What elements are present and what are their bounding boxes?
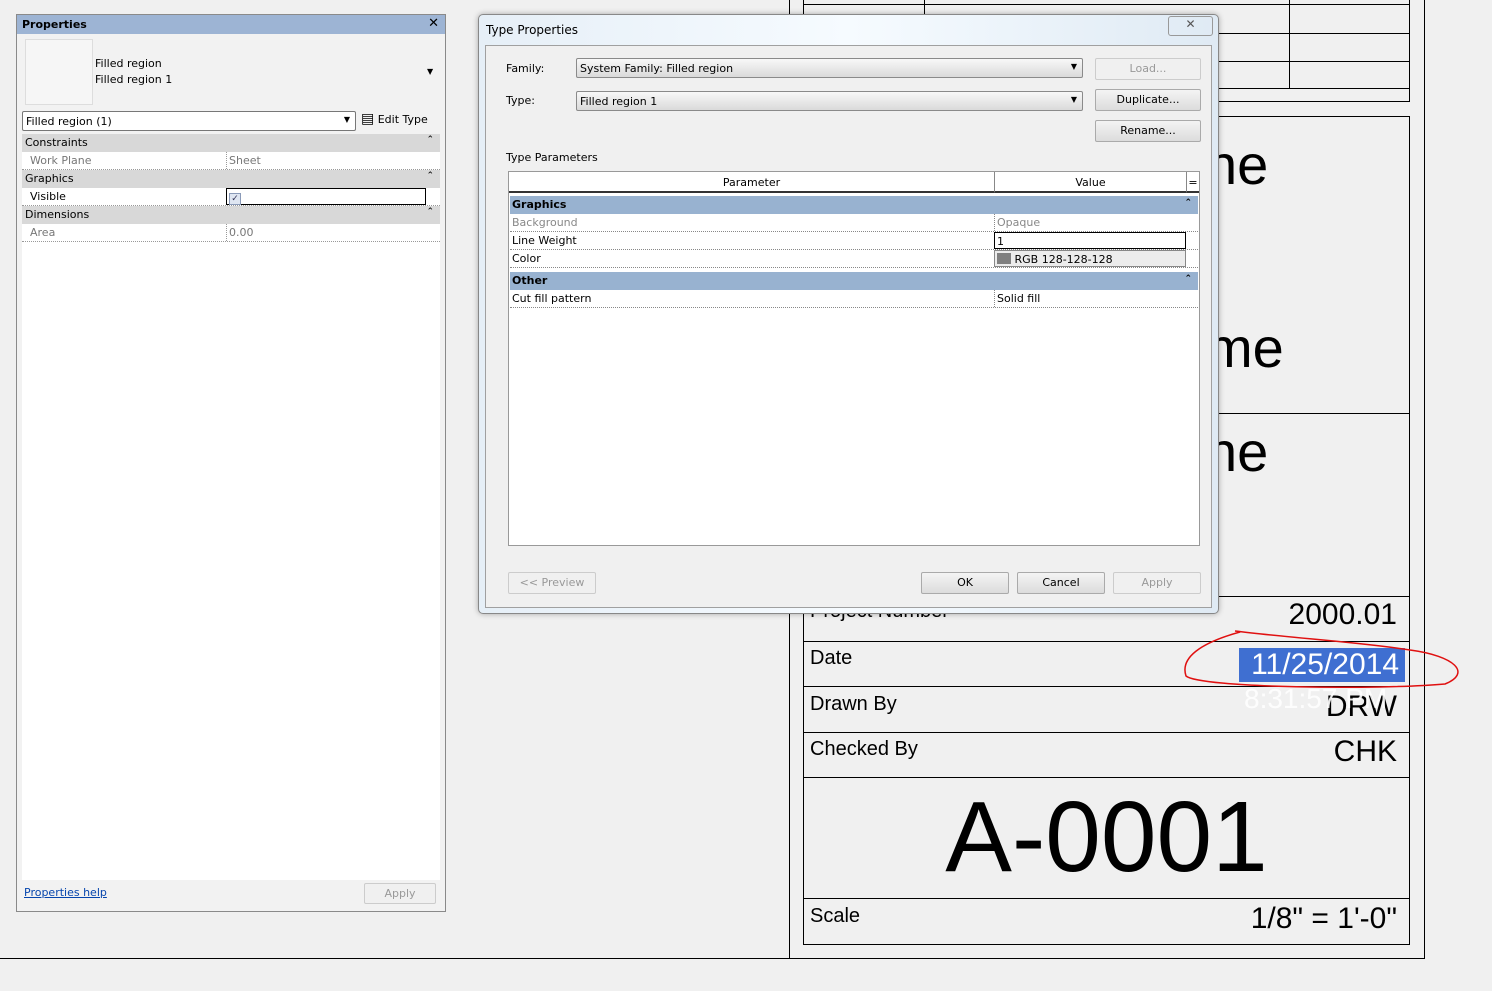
dialog-title: Type Properties (486, 23, 579, 37)
property-value: 0.00 (226, 224, 426, 241)
dialog-body: Family: System Family: Filled region ▼ Ty… (485, 45, 1212, 608)
preview-button[interactable]: << Preview (508, 572, 596, 594)
group-constraints[interactable]: Constraints ⌃ (22, 134, 440, 152)
parameter-row[interactable]: Color RGB 128-128-128 (510, 250, 1198, 268)
type-selector-dropdown-icon[interactable]: ▼ (427, 67, 433, 76)
color-swatch (997, 253, 1011, 264)
parameter-name: Cut fill pattern (512, 292, 592, 305)
tb-line (1289, 0, 1290, 88)
column-header-value[interactable]: Value (995, 172, 1187, 193)
cancel-button[interactable]: Cancel (1017, 572, 1105, 594)
rename-button[interactable]: Rename... (1095, 120, 1201, 142)
visible-checkbox[interactable]: ✓ (229, 193, 241, 205)
type-name: Filled region 1 (95, 73, 173, 86)
apply-button[interactable]: Apply (1113, 572, 1201, 594)
family-dropdown[interactable]: System Family: Filled region ▼ (576, 58, 1083, 78)
edit-type-label: Edit Type (377, 113, 428, 126)
parameter-value: Solid fill (994, 290, 1186, 307)
property-value: Sheet (226, 152, 426, 169)
type-dropdown[interactable]: Filled region 1 ▼ (576, 91, 1083, 111)
property-row[interactable]: Visible ✓ (22, 188, 440, 206)
group-dimensions[interactable]: Dimensions ⌃ (22, 206, 440, 224)
type-label: Type: (506, 94, 535, 107)
visible-checkbox-cell[interactable]: ✓ (226, 188, 426, 205)
collapse-icon: ⌃ (1184, 274, 1192, 284)
instance-filter-dropdown[interactable]: Filled region (1) ▼ (22, 111, 356, 131)
parameter-name: Line Weight (512, 234, 577, 247)
property-name: Visible (30, 190, 66, 203)
checked-by-value[interactable]: CHK (1334, 735, 1397, 769)
scale-value[interactable]: 1/8" = 1'-0" (1251, 902, 1397, 936)
red-ellipse-annotation (1184, 630, 1459, 689)
group-label: Graphics (512, 198, 567, 211)
parameter-name: Background (512, 216, 578, 229)
chevron-down-icon: ▼ (1070, 62, 1077, 71)
family-value: System Family: Filled region (580, 62, 734, 75)
property-name: Area (30, 226, 56, 239)
time-tooltip: 8:31:57 PM (1244, 683, 1388, 714)
properties-help-link[interactable]: Properties help (24, 886, 107, 899)
checked-by-label: Checked By (810, 738, 918, 760)
group-label: Graphics (25, 172, 74, 185)
property-name: Work Plane (30, 154, 92, 167)
date-label: Date (810, 647, 853, 669)
properties-empty-area (22, 242, 440, 880)
property-row[interactable]: Work Plane Sheet (22, 152, 440, 170)
group-label: Other (512, 274, 548, 287)
properties-apply-button[interactable]: Apply (364, 883, 436, 904)
parameter-row[interactable]: Cut fill pattern Solid fill (510, 290, 1198, 308)
properties-title: Properties (22, 18, 87, 31)
group-graphics[interactable]: Graphics ⌃ (510, 196, 1198, 214)
duplicate-button[interactable]: Duplicate... (1095, 89, 1201, 111)
properties-title-bar: Properties ✕ (17, 15, 445, 34)
type-parameters-label: Type Parameters (506, 151, 598, 164)
type-properties-dialog: Type Properties ✕ Family: System Family:… (478, 14, 1219, 614)
edit-type-icon: ▤ (361, 111, 375, 127)
sheet-edge (1424, 0, 1425, 959)
sheet-number[interactable]: A-0001 (803, 780, 1410, 895)
close-icon[interactable]: ✕ (1168, 16, 1213, 36)
parameter-name: Color (512, 252, 541, 265)
line-weight-input[interactable]: 1 (994, 232, 1186, 249)
type-preview-image (25, 39, 93, 105)
group-graphics[interactable]: Graphics ⌃ (22, 170, 440, 188)
ok-button[interactable]: OK (921, 572, 1009, 594)
type-family-name: Filled region (95, 57, 162, 70)
project-number-value[interactable]: 2000.01 (1289, 598, 1397, 632)
parameter-row[interactable]: Line Weight 1 (510, 232, 1198, 250)
collapse-icon: ⌃ (1184, 198, 1192, 208)
group-label: Dimensions (25, 208, 90, 221)
tb-line (1409, 0, 1410, 101)
tb-line (803, 898, 1410, 899)
column-header-formula[interactable]: = (1187, 172, 1199, 193)
collapse-icon: ⌃ (426, 135, 434, 145)
collapse-icon: ⌃ (426, 171, 434, 181)
instance-filter-value: Filled region (1) (26, 115, 112, 128)
group-other[interactable]: Other ⌃ (510, 272, 1198, 290)
color-value: RGB 128-128-128 (1014, 253, 1113, 266)
chevron-down-icon: ▼ (343, 115, 350, 124)
drawn-by-label: Drawn By (810, 693, 897, 715)
collapse-icon: ⌃ (426, 207, 434, 217)
load-button[interactable]: Load... (1095, 58, 1201, 80)
column-header-parameter[interactable]: Parameter (509, 172, 995, 193)
chevron-down-icon: ▼ (1070, 95, 1077, 104)
property-row[interactable]: Area 0.00 (22, 224, 440, 242)
group-label: Constraints (25, 136, 88, 149)
color-button[interactable]: RGB 128-128-128 (994, 250, 1186, 267)
tb-line (803, 732, 1410, 733)
type-parameters-grid: Parameter Value = Graphics ⌃ Background Op… (508, 171, 1200, 546)
parameter-value: Opaque (994, 214, 1186, 231)
sheet-edge (0, 958, 1425, 959)
tb-line (803, 4, 1410, 5)
edit-type-button[interactable]: ▤ Edit Type (361, 111, 428, 131)
tb-line (924, 0, 925, 14)
type-value: Filled region 1 (580, 95, 658, 108)
family-label: Family: (506, 62, 545, 75)
parameter-row[interactable]: Background Opaque (510, 214, 1198, 232)
properties-palette: Properties ✕ Filled region Filled region … (16, 14, 446, 912)
close-icon[interactable]: ✕ (428, 16, 439, 31)
tb-line (803, 777, 1410, 778)
scale-label: Scale (810, 905, 861, 927)
